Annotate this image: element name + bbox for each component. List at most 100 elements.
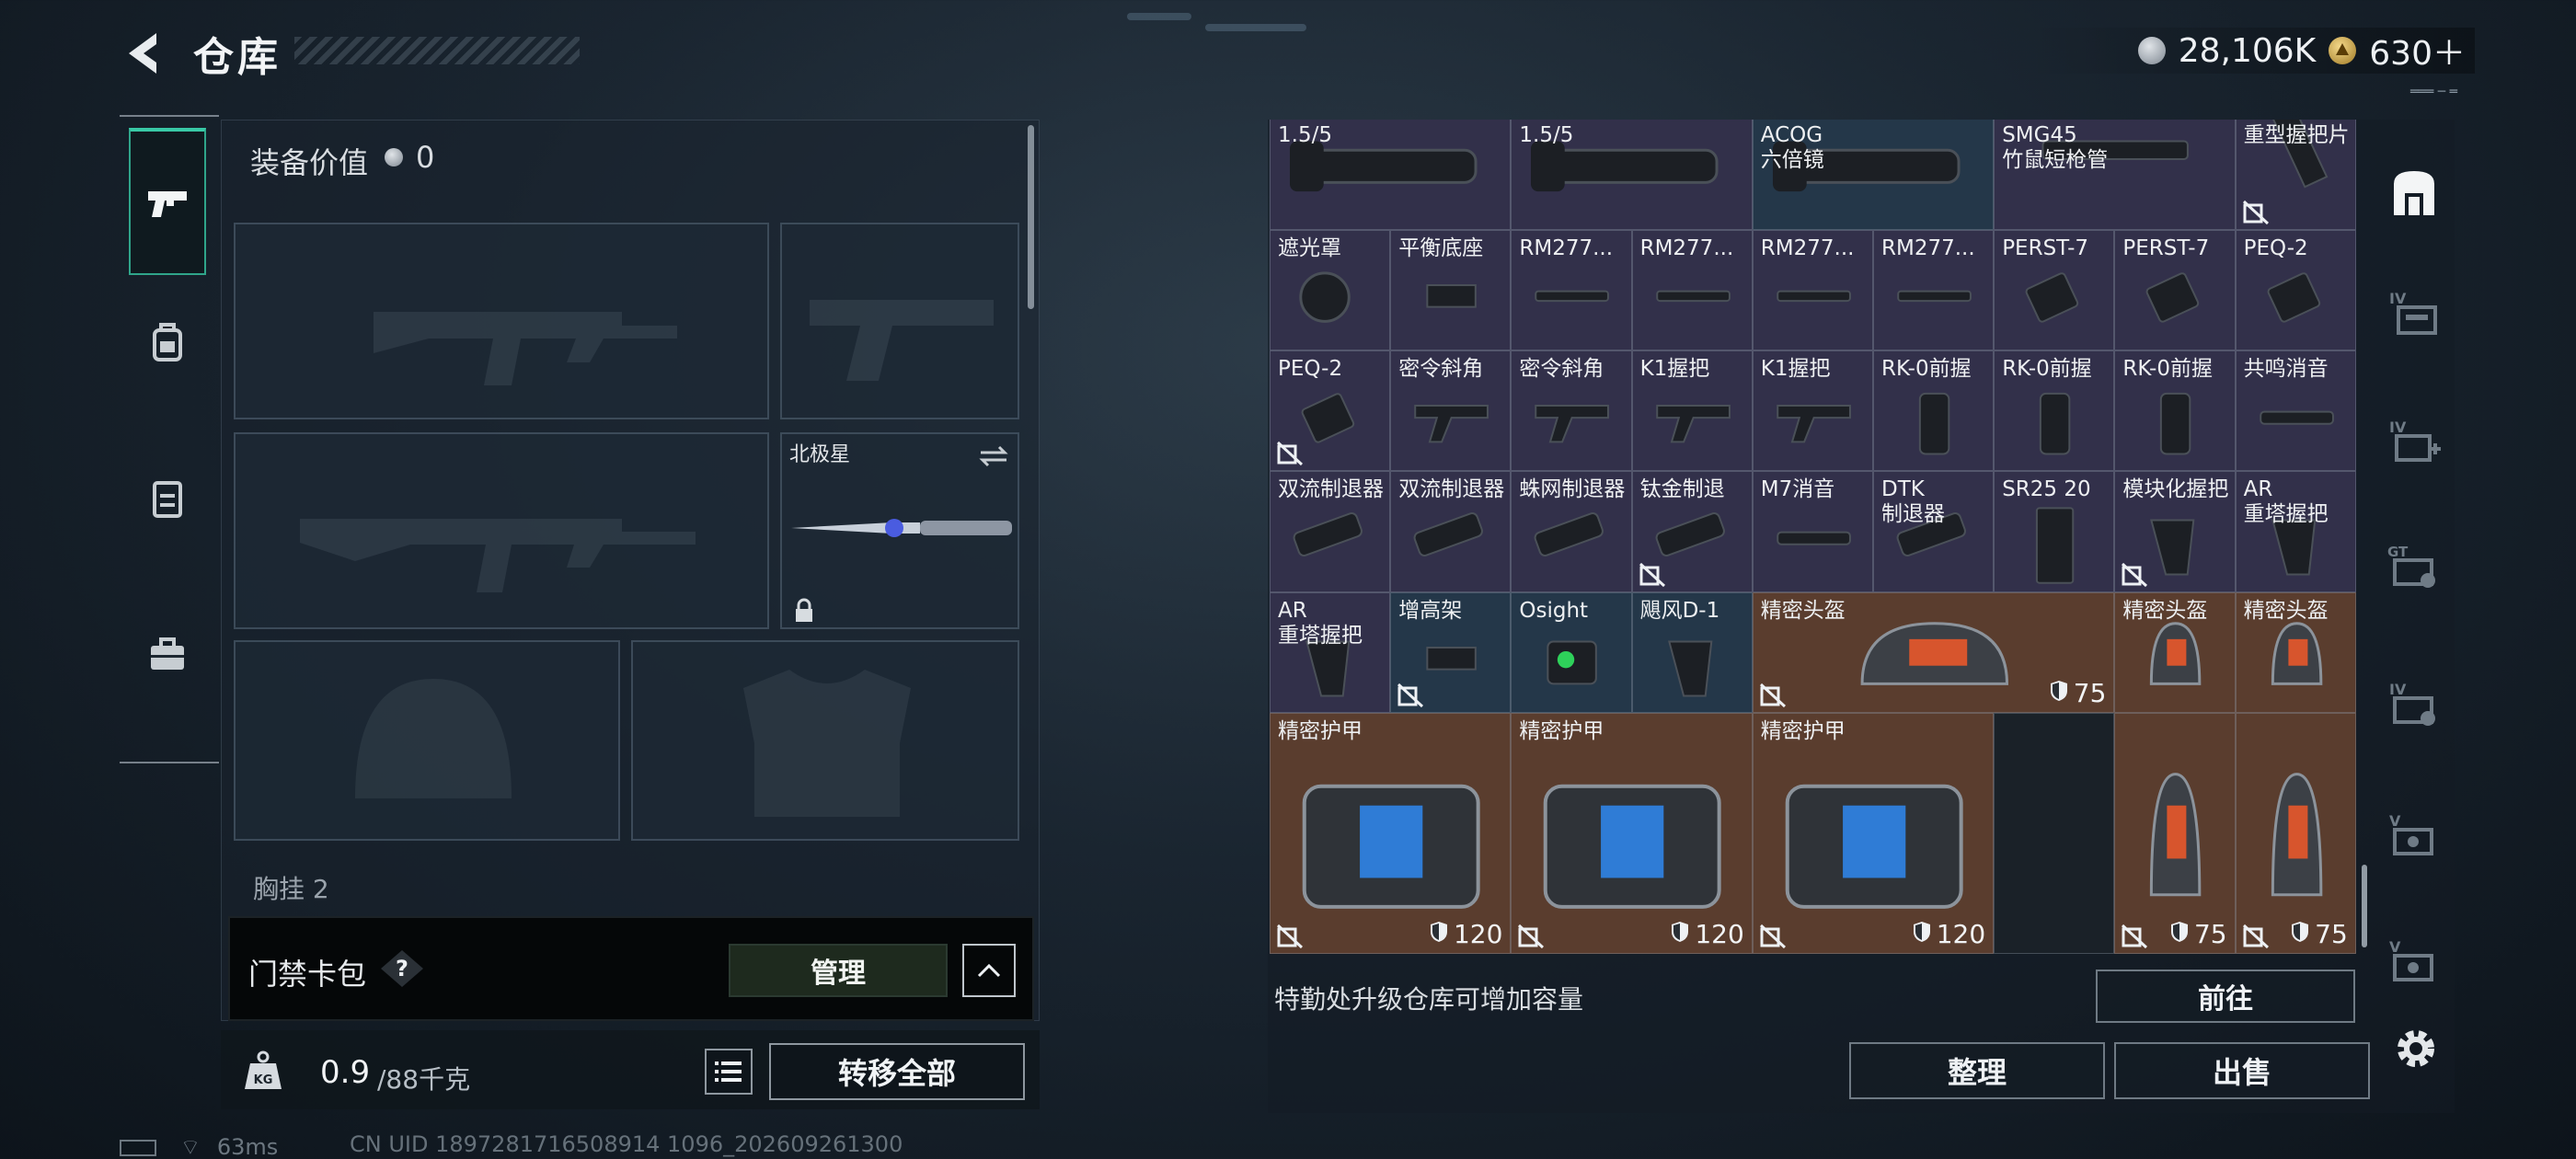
armor-slot[interactable]	[631, 640, 1019, 841]
warehouse-item[interactable]: 密令斜角	[1511, 350, 1632, 472]
svg-text:?: ?	[396, 956, 408, 981]
category-weapons[interactable]: IV	[2372, 267, 2456, 359]
tab-weapons[interactable]	[129, 128, 206, 275]
warehouse-item[interactable]: 飓风D-1	[1631, 591, 1753, 713]
warehouse-item[interactable]: K1握把	[1752, 350, 1873, 472]
helmet-slot[interactable]	[234, 640, 620, 841]
warehouse-item[interactable]: SR25 20	[1994, 471, 2115, 592]
category-all[interactable]	[2372, 147, 2456, 239]
list-view-button[interactable]	[705, 1049, 753, 1095]
warehouse-item[interactable]: 模块化握把	[2114, 471, 2236, 592]
category-keys[interactable]: V	[2372, 789, 2456, 881]
warehouse-item[interactable]: 遮光罩	[1270, 230, 1391, 351]
warehouse-item[interactable]: 精密头盔 75	[1752, 591, 2115, 713]
secondary-weapon-slot[interactable]	[234, 432, 769, 629]
durability-value: 75	[2315, 919, 2348, 950]
durability-value: 120	[1936, 919, 1986, 950]
warehouse-item[interactable]: 钛金制退	[1631, 471, 1753, 592]
tab-chest-rig[interactable]	[129, 443, 206, 554]
transfer-all-button[interactable]: 转移全部	[769, 1043, 1025, 1100]
warehouse-item[interactable]: 增高架	[1390, 591, 1512, 713]
equipment-tab-rail	[120, 115, 219, 763]
item-name: PERST-7	[2002, 236, 2089, 260]
item-name: 精密头盔	[2243, 598, 2329, 623]
warehouse-item[interactable]: 1.5/5	[1270, 120, 1512, 230]
category-misc[interactable]: V	[2372, 915, 2456, 1007]
warehouse-item[interactable]: M7消音	[1752, 471, 1873, 592]
item-name: RK-0前握	[2002, 357, 2092, 382]
warehouse-item[interactable]: AR 重塔握把	[2235, 471, 2356, 592]
manage-button[interactable]: 管理	[729, 944, 948, 997]
warehouse-item[interactable]: RM277...	[1873, 230, 1995, 351]
tab-secure-case[interactable]	[129, 600, 206, 710]
warehouse-item[interactable]: 蛛网制退器	[1511, 471, 1632, 592]
warehouse-item[interactable]: 密令斜角	[1390, 350, 1512, 472]
warehouse-item[interactable]: 精密头盔	[2114, 591, 2236, 713]
warehouse-item[interactable]: RM277...	[1511, 230, 1632, 351]
warehouse-item[interactable]: 75	[2114, 712, 2236, 955]
chest-rig-slot-label: 胸挂 2	[253, 874, 329, 904]
warehouse-item[interactable]: ACOG 六倍镜	[1752, 120, 1995, 230]
category-medical[interactable]: IV	[2372, 396, 2456, 488]
warehouse-scrollbar[interactable]	[2362, 865, 2367, 947]
warehouse-item[interactable]: Osight	[1511, 591, 1632, 713]
warehouse-item[interactable]: RK-0前握	[1873, 350, 1995, 472]
sell-button[interactable]: 出售	[2114, 1042, 2370, 1099]
melee-slot[interactable]: 北极星	[780, 432, 1019, 629]
warehouse-item[interactable]: 75	[2235, 712, 2356, 955]
shield-icon	[2050, 678, 2068, 708]
item-image	[1271, 714, 1510, 953]
warehouse-item[interactable]: 精密护甲 120	[1752, 712, 1995, 955]
item-name: RM277...	[1760, 236, 1855, 260]
item-name: 增高架	[1398, 598, 1463, 623]
warehouse-item[interactable]: K1握把	[1631, 350, 1753, 472]
warehouse-item[interactable]: DTK 制退器	[1873, 471, 1995, 592]
warehouse-item[interactable]: RK-0前握	[2114, 350, 2236, 472]
sidearm-slot[interactable]	[780, 223, 1019, 419]
equip-value-label: 装备价值	[250, 145, 369, 180]
help-icon[interactable]: ?	[377, 947, 427, 990]
category-gear[interactable]: GT	[2372, 520, 2456, 612]
warehouse-item[interactable]: 1.5/5	[1511, 120, 1753, 230]
chevron-up-icon	[977, 963, 1001, 978]
warehouse-item[interactable]: 共鸣消音	[2235, 350, 2356, 472]
item-name: 双流制退器	[1278, 477, 1384, 502]
goto-button[interactable]: 前往	[2096, 970, 2355, 1023]
item-name: RM277...	[1519, 236, 1614, 260]
warehouse-item[interactable]: 双流制退器	[1270, 471, 1391, 592]
item-name: 精密护甲	[1760, 718, 1846, 743]
item-image	[2115, 714, 2234, 953]
equipment-scrollbar[interactable]	[1028, 125, 1034, 309]
warehouse-item[interactable]: 精密护甲 120	[1270, 712, 1512, 955]
warehouse-item[interactable]: PEQ-2	[2235, 230, 2356, 351]
warehouse-item[interactable]: PEQ-2	[1270, 350, 1391, 472]
warehouse-item[interactable]: SMG45 竹鼠短枪管	[1994, 120, 2236, 230]
ammo-category-iv-icon: IV	[2389, 681, 2435, 726]
ping-value: 63ms	[216, 1134, 279, 1159]
swap-icon[interactable]	[977, 443, 1010, 469]
warehouse-item[interactable]: 重型握把片	[2235, 120, 2356, 230]
tab-backpack[interactable]	[129, 287, 206, 397]
all-items-icon	[2394, 171, 2434, 215]
collapse-button[interactable]	[962, 944, 1016, 997]
sort-button[interactable]: 整理	[1849, 1042, 2105, 1099]
warehouse-item[interactable]: RK-0前握	[1994, 350, 2115, 472]
warehouse-item[interactable]: PERST-7	[1994, 230, 2115, 351]
item-name: 精密头盔	[1760, 598, 1846, 623]
warehouse-item[interactable]: 精密头盔	[2235, 591, 2356, 713]
warehouse-item[interactable]: RM277...	[1631, 230, 1753, 351]
warehouse-item[interactable]: 双流制退器	[1390, 471, 1512, 592]
warehouse-item[interactable]: AR 重塔握把	[1270, 591, 1391, 713]
bound-item-icon	[1759, 683, 1787, 708]
gold-currency-value[interactable]: 630＋	[2369, 27, 2466, 75]
warehouse-item[interactable]: 精密护甲 120	[1511, 712, 1753, 955]
settings-gear-icon[interactable]	[2388, 1021, 2444, 1076]
primary-weapon-slot[interactable]	[234, 223, 769, 419]
warehouse-item[interactable]: PERST-7	[2114, 230, 2236, 351]
warehouse-item[interactable]: RM277...	[1752, 230, 1873, 351]
item-durability: 75	[2170, 919, 2227, 949]
category-ammo[interactable]: IV	[2372, 658, 2456, 750]
warehouse-item[interactable]: 平衡底座	[1390, 230, 1512, 351]
warehouse-item[interactable]	[1994, 712, 2115, 955]
back-button[interactable]	[120, 28, 167, 79]
